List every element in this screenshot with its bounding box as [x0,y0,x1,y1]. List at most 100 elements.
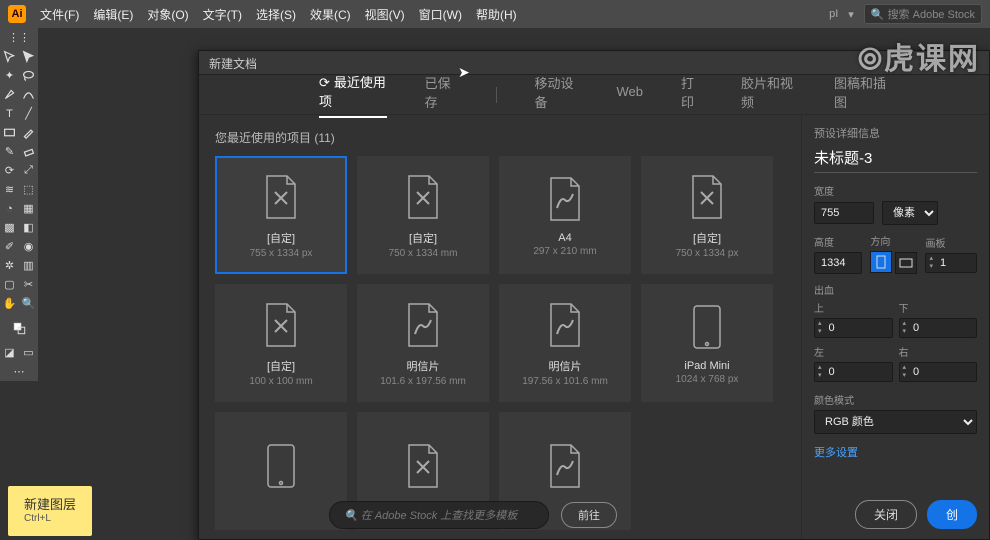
tool-wand[interactable]: ✦ [0,66,19,85]
menu-type[interactable]: 文字(T) [203,6,242,23]
width-input[interactable] [814,202,874,224]
preset-item[interactable]: [自定]100 x 100 mm [215,284,347,402]
tool-gradient[interactable]: ◧ [19,218,38,237]
tool-shaper[interactable]: ✎ [0,142,19,161]
orient-landscape[interactable] [895,252,917,274]
tool-lasso[interactable] [19,66,38,85]
preset-item[interactable]: A4297 x 210 mm [499,156,631,274]
stock-search-input[interactable]: 🔍 在 Adobe Stock 上查找更多模板 [329,501,549,529]
orient-portrait[interactable] [870,251,892,273]
tool-fill-stroke[interactable] [0,313,38,343]
tool-curve[interactable] [19,85,38,104]
tool-direct-select[interactable] [19,47,38,66]
menu-window[interactable]: 窗口(W) [419,6,462,23]
page-ai-icon [261,172,301,222]
unit-select[interactable]: 像素 [882,201,938,225]
preset-item[interactable]: [自定]750 x 1334 mm [357,156,489,274]
height-input[interactable] [814,252,862,274]
tool-blend[interactable]: ◉ [19,237,38,256]
tool-graph[interactable]: ▥ [19,256,38,275]
stock-search-top[interactable]: 🔍 搜索 Adobe Stock [864,4,982,24]
bleed-top[interactable]: ▴▾ [814,318,893,338]
preset-item[interactable]: iPad Mini1024 x 768 px [641,284,773,402]
bleed-right[interactable]: ▴▾ [899,362,978,382]
tab-art[interactable]: 图稿和插图 [834,73,889,117]
preset-item[interactable] [215,412,347,530]
tab-film[interactable]: 胶片和视频 [741,73,796,117]
tool-screen-mode[interactable]: ▭ [19,343,38,362]
bleed-left[interactable]: ▴▾ [814,362,893,382]
preset-item[interactable]: [自定] 750 x 1334 px [641,156,773,274]
tool-free-transform[interactable]: ⬚ [19,180,38,199]
tool-drag[interactable]: ⋮⋮ [0,28,38,47]
tool-shape-builder[interactable]: ◔ [0,199,19,218]
dialog-title: 新建文档 [199,51,989,75]
artboard-count[interactable]: ▴▾ [925,253,977,273]
menu-view[interactable]: 视图(V) [365,6,405,23]
tab-mobile[interactable]: 移动设备 [534,73,578,117]
tool-mesh[interactable]: ▩ [0,218,19,237]
preset-item[interactable]: [自定]755 x 1334 px [215,156,347,274]
dialog-tabs: 最近使用项 已保存 移动设备 Web 打印 胶片和视频 图稿和插图 [199,75,989,115]
tab-saved[interactable]: 已保存 [425,73,458,117]
tool-color-mode[interactable]: ◪ [0,343,19,362]
tooltip-new-layer: 新建图层 Ctrl+L [8,486,92,536]
tool-slice[interactable]: ✂ [19,275,38,294]
tool-pen[interactable] [0,85,19,104]
create-button[interactable]: 创 [927,500,977,529]
menu-select[interactable]: 选择(S) [256,6,296,23]
preset-dim: 197.56 x 101.6 mm [522,376,608,387]
new-document-dialog: 新建文档 最近使用项 已保存 移动设备 Web 打印 胶片和视频 图稿和插图 您… [198,50,990,540]
preset-dim: 297 x 210 mm [533,246,596,257]
presets-area: 您最近使用的项目 (11) [自定]755 x 1334 px[自定]750 x… [199,115,801,539]
tool-eraser[interactable] [19,142,38,161]
toolbox: ⋮⋮ ✦ T ╱ ✎ ⟳ ⤢ ≋ ⬚ ◔ ▦ ▩ ◧ ✐ ◉ ✲ ▥ ▢ ✂ ✋… [0,28,38,381]
tool-brush[interactable] [19,123,38,142]
tab-web[interactable]: Web [616,84,643,105]
tab-print[interactable]: 打印 [681,73,703,117]
bleed-bottom[interactable]: ▴▾ [899,318,978,338]
tool-zoom[interactable]: 🔍 [19,294,38,313]
tool-artboard[interactable]: ▢ [0,275,19,294]
page-ai-icon [687,172,727,222]
device-icon [261,441,301,491]
tool-line[interactable]: ╱ [19,104,38,123]
workspace-label[interactable]: pI [829,8,838,20]
stock-go-button[interactable]: 前往 [561,502,617,528]
tool-type[interactable]: T [0,104,19,123]
bleed-label: 出血 [814,282,977,297]
menu-file[interactable]: 文件(F) [40,6,79,23]
bleed-left-label: 左 [814,344,893,359]
page-ai-icon [403,441,443,491]
tool-scale[interactable]: ⤢ [19,161,38,180]
preset-name: 明信片 [549,358,582,374]
tab-separator [496,87,497,103]
tool-rect[interactable] [0,123,19,142]
preset-dim: 750 x 1334 px [676,248,739,259]
menu-help[interactable]: 帮助(H) [476,6,517,23]
tool-eyedropper[interactable]: ✐ [0,237,19,256]
preset-dim: 101.6 x 197.56 mm [380,376,466,387]
tool-rotate[interactable]: ⟳ [0,161,19,180]
tool-perspective[interactable]: ▦ [19,199,38,218]
preset-item[interactable]: 明信片101.6 x 197.56 mm [357,284,489,402]
preset-name: [自定] [693,230,721,246]
menu-effect[interactable]: 效果(C) [310,6,351,23]
stock-search-bar: 🔍 在 Adobe Stock 上查找更多模板 前往 [329,501,617,529]
more-settings-link[interactable]: 更多设置 [814,444,977,460]
tool-selection[interactable] [0,47,19,66]
close-button[interactable]: 关闭 [855,500,917,529]
tool-hand[interactable]: ✋ [0,294,19,313]
tool-width[interactable]: ≋ [0,180,19,199]
tool-edit-toolbar[interactable]: ⋯ [0,362,38,381]
menu-edit[interactable]: 编辑(E) [93,6,133,23]
tab-recent[interactable]: 最近使用项 [319,72,387,118]
menubar: Ai 文件(F) 编辑(E) 对象(O) 文字(T) 选择(S) 效果(C) 视… [0,0,990,28]
menu-object[interactable]: 对象(O) [147,6,188,23]
colormode-select[interactable]: RGB 颜色 [814,410,977,434]
doc-name-field[interactable]: 未标题-3 [814,147,977,173]
preset-item[interactable]: 明信片 197.56 x 101.6 mm [499,284,631,402]
tool-symbol[interactable]: ✲ [0,256,19,275]
page-draw-icon [545,174,585,224]
preset-dim: 1024 x 768 px [676,374,739,385]
